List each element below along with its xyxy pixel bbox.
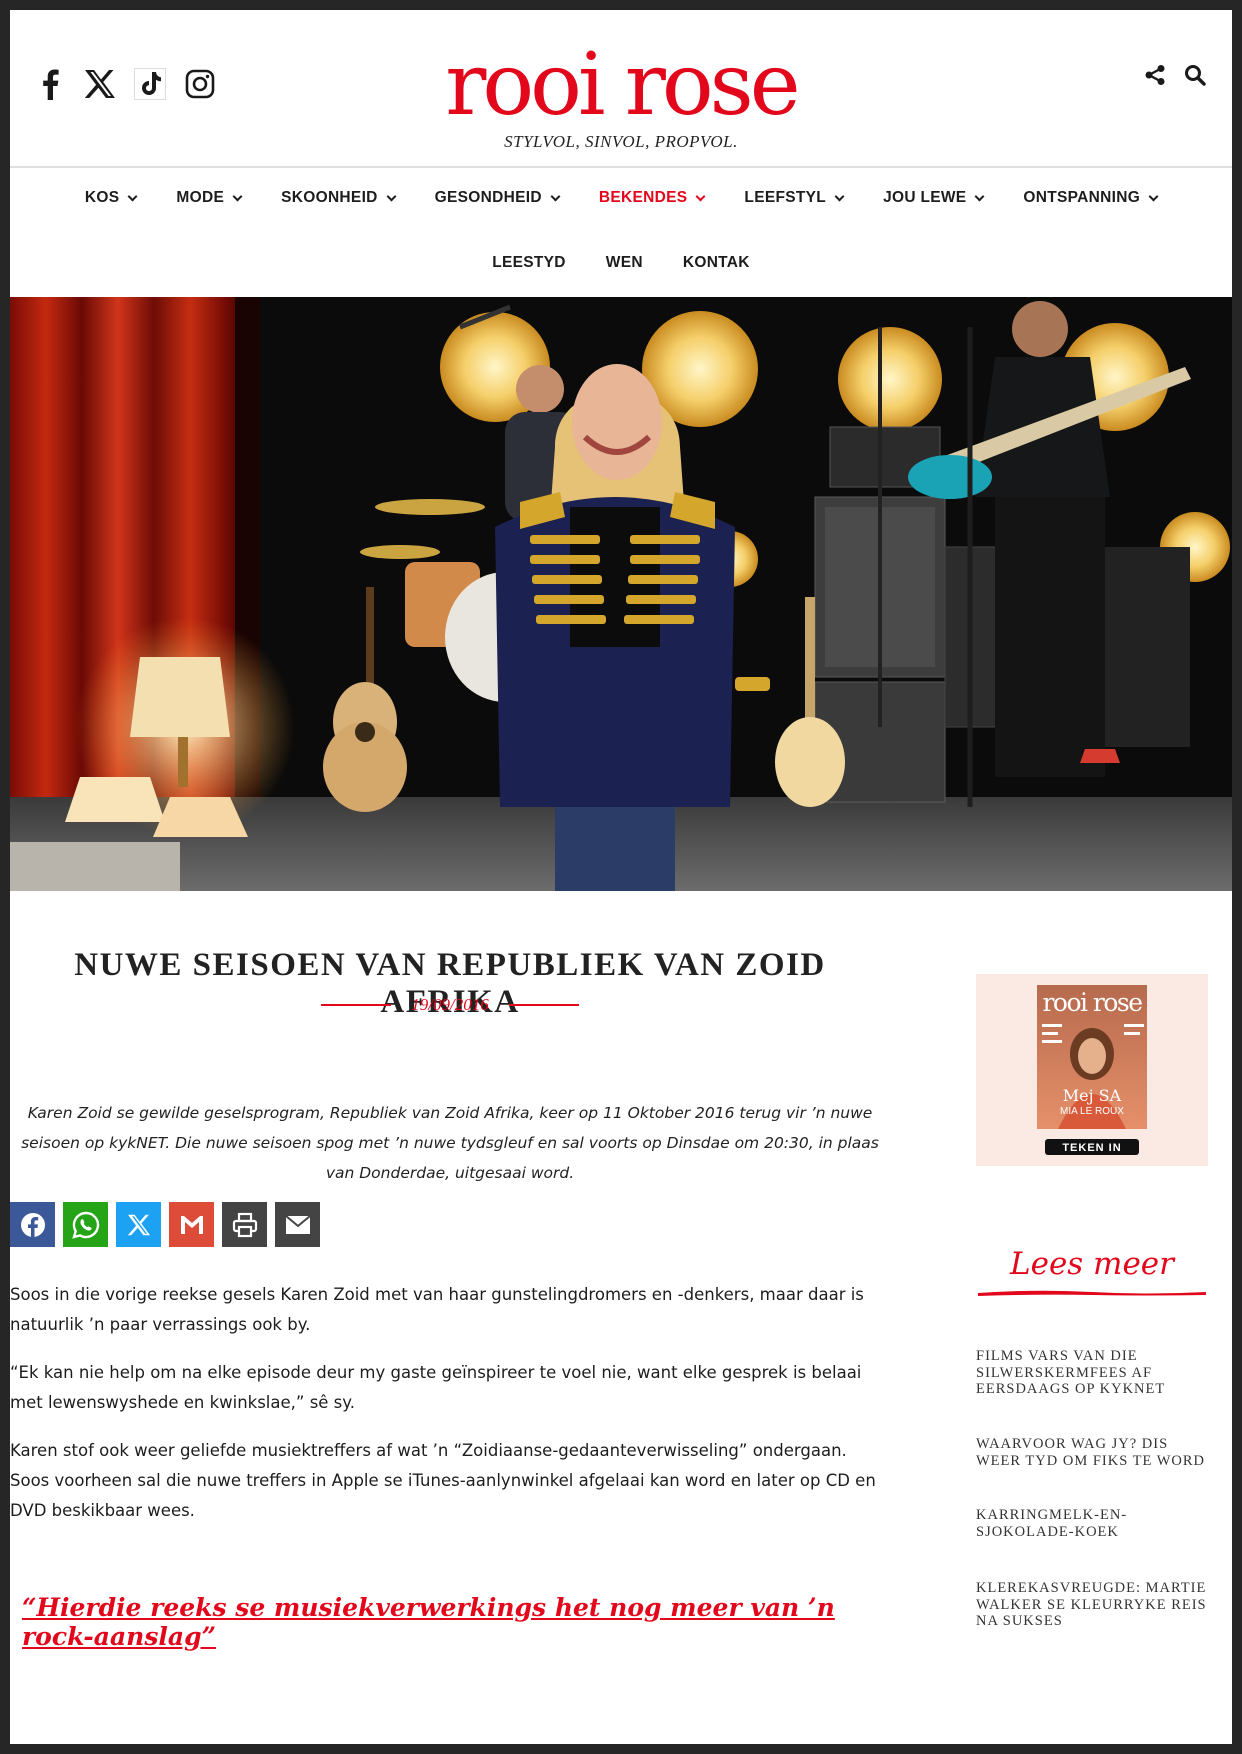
chevron-down-icon bbox=[550, 191, 561, 201]
article-paragraph: “Ek kan nie help om na elke episode deur… bbox=[10, 1363, 862, 1412]
nav-item-kontak[interactable]: KONTAK bbox=[663, 251, 770, 275]
nav-label: ONTSPANNING bbox=[1023, 189, 1141, 206]
cover-line: Mej SA bbox=[1063, 1086, 1122, 1105]
chevron-down-icon bbox=[232, 191, 243, 201]
chevron-down-icon bbox=[1148, 191, 1159, 201]
subscribe-button: TEKEN IN bbox=[1062, 1142, 1121, 1154]
nav-label: KOS bbox=[84, 189, 120, 206]
print-button[interactable] bbox=[222, 1202, 267, 1247]
magazine-subscribe-promo[interactable]: rooi rose Mej SA MIA LE ROUX TEKEN IN bbox=[976, 974, 1208, 1166]
related-article-link[interactable]: KARRINGMELK-EN-SJOKOLADE-KOEK bbox=[976, 1507, 1208, 1540]
chevron-down-icon bbox=[695, 191, 706, 201]
nav-label: SKOONHEID bbox=[281, 189, 378, 206]
nav-item-leefstyl[interactable]: LEEFSTYL bbox=[724, 186, 863, 210]
gmail-icon bbox=[180, 1215, 203, 1234]
share-facebook-button[interactable] bbox=[10, 1202, 55, 1247]
nav-item-leestyd[interactable]: LEESTYD bbox=[472, 251, 586, 275]
article-lead: Karen Zoid se gewilde geselsprogram, Rep… bbox=[21, 1104, 879, 1182]
date-rule-left bbox=[321, 1004, 392, 1006]
email-icon bbox=[284, 1214, 311, 1234]
site-logo[interactable]: rooi rose STYLVOL, SINVOL, PROPVOL. bbox=[10, 42, 1232, 152]
x-icon bbox=[127, 1214, 150, 1235]
nav-item-ontspanning[interactable]: ONTSPANNING bbox=[1003, 186, 1177, 210]
cover-name: MIA LE ROUX bbox=[1060, 1106, 1124, 1117]
primary-nav: KOS MODE SKOONHEID GESONDHEID BEKENDES L… bbox=[10, 186, 1232, 210]
related-article-link[interactable]: KLEREKASVREUGDE: MARTIE WALKER SE KLEURR… bbox=[976, 1580, 1208, 1630]
lees-meer-heading: Lees meer bbox=[1010, 1246, 1174, 1282]
nav-item-kos[interactable]: KOS bbox=[65, 186, 157, 210]
nav-label: MODE bbox=[176, 189, 225, 206]
logo-wordmark: rooi rose bbox=[445, 35, 800, 135]
cover-masthead: rooi rose bbox=[1042, 988, 1142, 1017]
header-divider bbox=[10, 166, 1232, 168]
page: rooi rose STYLVOL, SINVOL, PROPVOL. KOS … bbox=[10, 10, 1232, 1744]
pull-quote[interactable]: “Hierdie reeks se musiekverwerkings het … bbox=[22, 1593, 892, 1651]
nav-item-bekendes[interactable]: BEKENDES bbox=[579, 186, 725, 210]
nav-item-jou-lewe[interactable]: JOU LEWE bbox=[863, 186, 1003, 210]
chevron-down-icon bbox=[834, 191, 845, 201]
share-email-button[interactable] bbox=[275, 1202, 320, 1247]
nav-item-wen[interactable]: WEN bbox=[586, 251, 663, 275]
print-icon bbox=[232, 1212, 257, 1237]
secondary-nav: LEESTYD WEN KONTAK bbox=[10, 251, 1232, 275]
related-article-link[interactable]: WAARVOOR WAG JY? DIS WEER TYD OM FIKS TE… bbox=[976, 1436, 1208, 1469]
article-body: Soos in die vorige reekse gesels Karen Z… bbox=[10, 1280, 890, 1544]
nav-item-mode[interactable]: MODE bbox=[156, 186, 261, 210]
hero-image bbox=[10, 297, 1232, 891]
article-paragraph: Soos in die vorige reekse gesels Karen Z… bbox=[10, 1285, 864, 1334]
article-dateline: 19/09/2016 bbox=[10, 995, 890, 1015]
share-gmail-button[interactable] bbox=[169, 1202, 214, 1247]
brush-underline bbox=[978, 1290, 1206, 1296]
facebook-icon bbox=[20, 1212, 45, 1238]
nav-label: JOU LEWE bbox=[883, 189, 967, 206]
nav-item-gesondheid[interactable]: GESONDHEID bbox=[415, 186, 579, 210]
header-tools bbox=[1142, 62, 1208, 88]
nav-label: BEKENDES bbox=[598, 189, 688, 206]
logo-tagline: STYLVOL, SINVOL, PROPVOL. bbox=[504, 132, 738, 151]
share-x-button[interactable] bbox=[116, 1202, 161, 1247]
nav-label: GESONDHEID bbox=[434, 189, 542, 206]
whatsapp-icon bbox=[71, 1211, 99, 1239]
nav-item-skoonheid[interactable]: SKOONHEID bbox=[261, 186, 415, 210]
nav-label: LEEFSTYL bbox=[744, 189, 827, 206]
share-whatsapp-button[interactable] bbox=[63, 1202, 108, 1247]
share-icon[interactable] bbox=[1142, 62, 1168, 88]
chevron-down-icon bbox=[386, 191, 397, 201]
chevron-down-icon bbox=[127, 191, 138, 201]
date-rule-right bbox=[508, 1004, 579, 1006]
search-icon[interactable] bbox=[1182, 62, 1208, 88]
chevron-down-icon bbox=[974, 191, 985, 201]
article-date: 19/09/2016 bbox=[411, 995, 489, 1014]
article-paragraph: Karen stof ook weer geliefde musiektreff… bbox=[10, 1441, 876, 1520]
related-article-link[interactable]: FILMS VARS VAN DIE SILWERSKERMFEES AF EE… bbox=[976, 1348, 1208, 1398]
share-bar bbox=[10, 1202, 320, 1247]
